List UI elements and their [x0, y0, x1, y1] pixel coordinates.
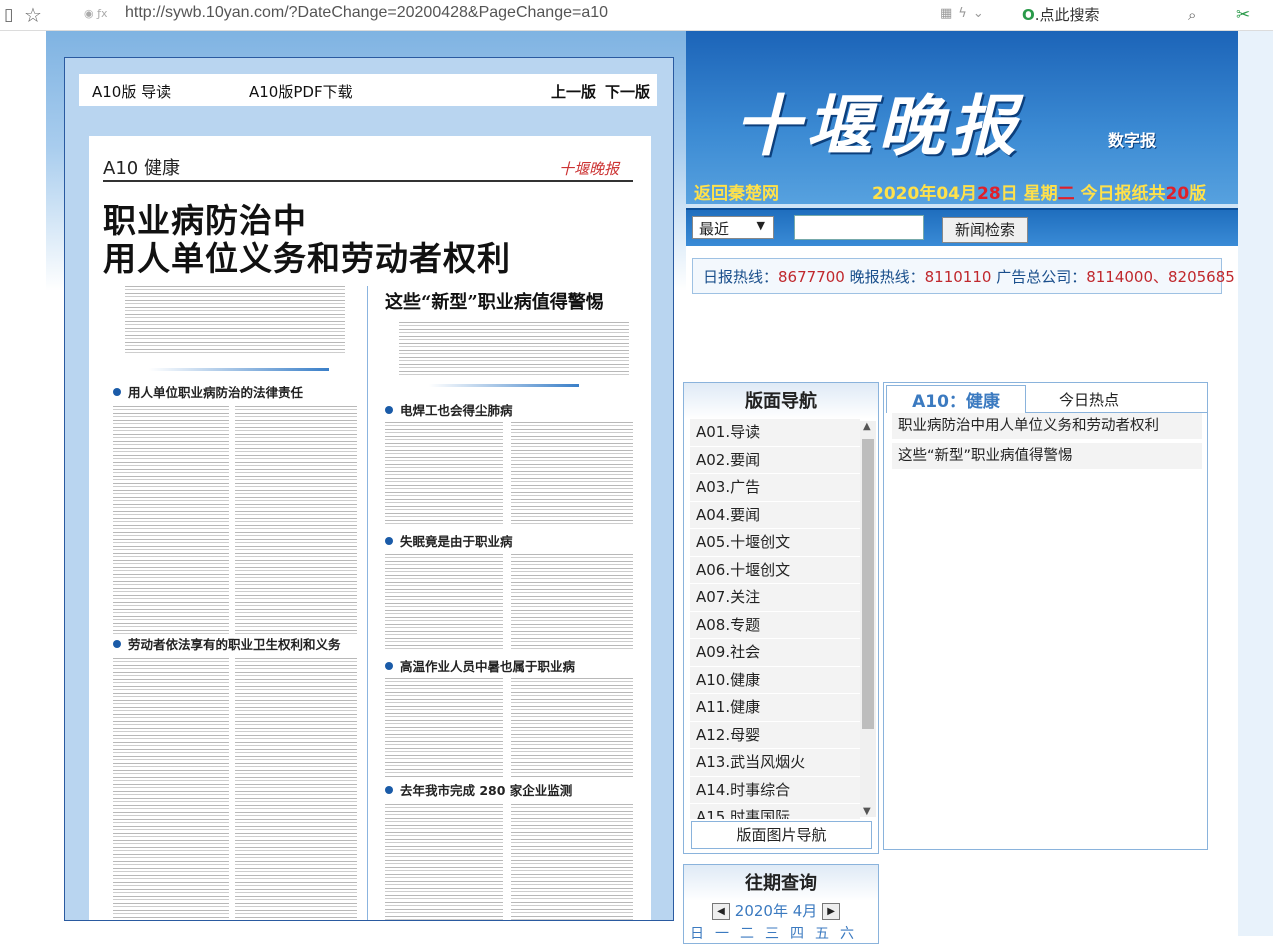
page-nav-item[interactable]: A05.十堰创文	[690, 529, 860, 557]
paper-right-title[interactable]: 这些“新型”职业病值得警惕	[385, 288, 604, 314]
paper-text-block	[399, 322, 629, 378]
paper-subhead[interactable]: 劳动者依法享有的职业卫生权利和义务	[113, 634, 341, 653]
page-picture-nav-button[interactable]: 版面图片导航	[691, 821, 872, 849]
page-nav-item[interactable]: A08.专题	[690, 611, 860, 639]
hotline-bar: 日报热线：8677700 晚报热线：8110110 广告总公司：8114000、…	[692, 258, 1235, 294]
paper-text-block	[511, 804, 633, 920]
search-provider-icon: O	[1022, 6, 1035, 24]
search-icon[interactable]: ⌕	[1188, 3, 1196, 27]
paper-headline-2[interactable]: 用人单位义务和劳动者权利	[103, 232, 511, 280]
page-scrollbar[interactable]	[1238, 31, 1273, 936]
paper-subhead[interactable]: 失眠竟是由于职业病	[385, 531, 513, 550]
paper-subhead[interactable]: 用人单位职业病防治的法律责任	[113, 382, 303, 401]
paper-text-block	[113, 406, 229, 634]
news-search-bar: 最近 ▼ 新闻检索	[686, 210, 1238, 246]
page-nav-item[interactable]: A13.武当风烟火	[690, 749, 860, 777]
divider	[429, 384, 579, 387]
paper-text-block	[385, 678, 503, 778]
page-nav-item[interactable]: A07.关注	[690, 584, 860, 612]
calendar-weekdays: 日一二三四五六	[690, 926, 865, 942]
page-nav-item[interactable]: A04.要闻	[690, 501, 860, 529]
scroll-up-icon[interactable]: ▲	[863, 421, 871, 432]
paper-text-block	[511, 422, 633, 526]
page-nav-item[interactable]: A06.十堰创文	[690, 556, 860, 584]
article-list-panel: A10：健康 今日热点 职业病防治中用人单位义务和劳动者权利 这些“新型”职业病…	[883, 382, 1208, 850]
next-page-link[interactable]: 下一版	[605, 81, 650, 102]
page: A10版 导读 A10版PDF下载 上一版 下一版 A10 健康 十堰晚报 职业…	[0, 31, 1273, 944]
paper-subhead[interactable]: 高温作业人员中暑也属于职业病	[385, 656, 575, 675]
nav-scrollbar[interactable]: ▲ ▼	[860, 421, 876, 817]
site-logo[interactable]: 十堰晚报	[734, 73, 1022, 169]
paper-text-block	[385, 804, 503, 920]
page-nav-item[interactable]: A15.时事国际	[690, 804, 860, 819]
paper-text-block	[385, 554, 503, 650]
page-navigation-panel: 版面导航 A01.导读 A02.要闻 A03.广告 A04.要闻 A05.十堰创文 A06…	[683, 382, 879, 854]
site-masthead: 十堰晚报 数字报 返回秦楚网 2020年04月28日 星期二 今日报纸共20版	[686, 31, 1238, 213]
reader-icon[interactable]: ▯	[4, 3, 13, 27]
browser-address-bar: ▯ ☆ ◉ ƒx http://sywb.10yan.com/?DateChan…	[0, 0, 1273, 31]
divider	[367, 286, 368, 920]
url-text[interactable]: http://sywb.10yan.com/?DateChange=202004…	[125, 4, 608, 22]
search-input[interactable]	[794, 215, 924, 240]
page-nav-item[interactable]: A14.时事综合	[690, 776, 860, 804]
page-nav-item[interactable]: A12.母婴	[690, 721, 860, 749]
paper-section-label: A10 健康	[103, 158, 180, 179]
toolbar-icons[interactable]: ▦ϟ⌄	[940, 6, 990, 21]
paper-text-block	[125, 286, 345, 356]
pdf-download-link[interactable]: A10版PDF下载	[249, 81, 353, 102]
article-link[interactable]: 职业病防治中用人单位义务和劳动者权利	[892, 413, 1202, 439]
paper-text-block	[235, 406, 357, 634]
tab-today-hot[interactable]: 今日热点	[1034, 385, 1144, 413]
tab-page-articles[interactable]: A10：健康	[886, 385, 1026, 413]
paper-text-block	[113, 658, 229, 920]
back-to-portal-link[interactable]: 返回秦楚网	[694, 179, 779, 204]
site-logo-subtitle: 数字报	[1108, 131, 1157, 150]
page-nav-item[interactable]: A02.要闻	[690, 446, 860, 474]
page-nav-item[interactable]: A03.广告	[690, 474, 860, 502]
archive-year: 2020年	[734, 902, 788, 920]
scroll-down-icon[interactable]: ▼	[863, 806, 871, 817]
paper-text-block	[511, 554, 633, 650]
page-nav-item[interactable]: A10.健康	[690, 666, 860, 694]
archive-month-nav: ◀ 2020年 4月 ▶	[712, 900, 841, 921]
site-security-icon: ◉ ƒx	[84, 7, 108, 20]
article-link[interactable]: 这些“新型”职业病值得警惕	[892, 443, 1202, 469]
prev-month-button[interactable]: ◀	[712, 903, 730, 920]
page-nav-item[interactable]: A11.健康	[690, 694, 860, 722]
divider	[149, 368, 329, 371]
favorite-star-icon[interactable]: ☆	[24, 3, 42, 27]
date-range-select[interactable]: 最近 ▼	[692, 216, 774, 239]
paper-subhead[interactable]: 电焊工也会得尘肺病	[385, 400, 513, 419]
search-placeholder: 点此搜索	[1039, 6, 1100, 24]
paper-text-block	[235, 658, 357, 920]
prev-page-link[interactable]: 上一版	[551, 81, 596, 102]
archive-title: 往期查询	[684, 865, 878, 901]
paper-subhead[interactable]: 去年我市完成 280 家企业监测	[385, 780, 572, 799]
issue-date-info: 2020年04月28日 星期二 今日报纸共20版	[872, 184, 1207, 204]
page-nav-title: 版面导航	[684, 383, 878, 419]
page-nav-item[interactable]: A01.导读	[690, 419, 860, 447]
next-month-button[interactable]: ▶	[822, 903, 841, 920]
browser-search-box[interactable]: O.点此搜索	[1022, 4, 1100, 25]
archive-month: 4月	[792, 902, 818, 920]
chevron-down-icon: ▼	[756, 219, 765, 232]
divider	[103, 180, 633, 182]
newspaper-page-image[interactable]: A10 健康 十堰晚报 职业病防治中 用人单位义务和劳动者权利 这些“新型”职业…	[89, 136, 651, 920]
page-viewer: A10版 导读 A10版PDF下载 上一版 下一版 A10 健康 十堰晚报 职业…	[64, 57, 674, 921]
page-guide-link[interactable]: A10版 导读	[92, 81, 171, 102]
archive-query-panel: 往期查询 ◀ 2020年 4月 ▶ 日一二三四五六	[683, 864, 879, 944]
page-nav-list: A01.导读 A02.要闻 A03.广告 A04.要闻 A05.十堰创文 A06.十堰创文…	[690, 419, 860, 819]
paper-masthead-logo: 十堰晚报	[559, 160, 620, 178]
viewer-toolbar: A10版 导读 A10版PDF下载 上一版 下一版	[79, 74, 657, 106]
news-search-button[interactable]: 新闻检索	[942, 217, 1028, 243]
scroll-thumb[interactable]	[862, 439, 874, 729]
scissors-icon[interactable]: ✂	[1236, 3, 1250, 27]
paper-text-block	[511, 678, 633, 778]
paper-text-block	[385, 422, 503, 526]
page-nav-item[interactable]: A09.社会	[690, 639, 860, 667]
